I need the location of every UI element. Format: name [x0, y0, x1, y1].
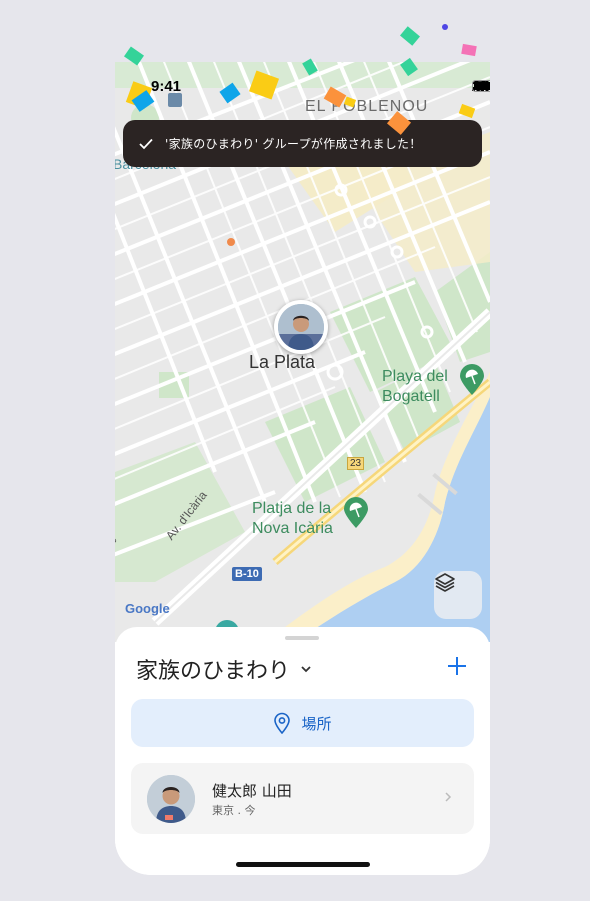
- status-time: 9:41: [151, 78, 182, 95]
- beach2-line2: Nova Icària: [252, 520, 333, 537]
- road-badge: B-10: [232, 567, 262, 581]
- beach1-label: Playa del Bogatell: [382, 367, 448, 407]
- location-pin-icon: [274, 712, 291, 734]
- toast-message: '家族のひまわり' グループが作成されました！: [165, 137, 422, 151]
- beach1-line2: Bogatell: [382, 388, 440, 405]
- avatar: [278, 304, 324, 350]
- plus-icon: [448, 657, 466, 675]
- beach-umbrella-icon: [460, 364, 484, 395]
- layers-icon: [435, 573, 455, 592]
- beach2-label: Platja de la Nova Icària: [252, 499, 333, 539]
- map-layers-button[interactable]: [434, 571, 482, 619]
- group-selector[interactable]: 家族のひまわり: [136, 653, 312, 685]
- exit-badge: 23: [347, 457, 365, 470]
- places-label: 場所: [301, 714, 332, 733]
- chevron-down-icon: [301, 666, 311, 673]
- beach2-line1: Platja de la: [252, 500, 332, 517]
- member-name: 健太郎 山田: [212, 782, 292, 800]
- member-avatar: [147, 775, 195, 823]
- places-button[interactable]: 場所: [131, 699, 474, 747]
- member-list-item[interactable]: 健太郎 山田 東京 . 今: [131, 763, 474, 834]
- beach-umbrella-icon: [344, 497, 368, 528]
- member-location-pin[interactable]: [274, 300, 328, 354]
- group-name: 家族のひまわり: [136, 659, 291, 684]
- check-icon: [139, 138, 153, 149]
- add-member-button[interactable]: [444, 653, 470, 679]
- battery-icon: [472, 80, 490, 92]
- group-created-toast: '家族のひまわり' グループが作成されました！: [123, 120, 482, 167]
- sheet-handle[interactable]: [285, 636, 319, 640]
- member-status: 東京 . 今: [212, 804, 256, 817]
- google-attribution: Google: [125, 601, 170, 616]
- district-label: La Plata: [249, 352, 316, 372]
- status-bar: 9:41: [115, 62, 490, 110]
- chevron-right-icon: [445, 792, 452, 802]
- beach1-line1: Playa del: [382, 368, 448, 385]
- home-indicator: [236, 862, 370, 867]
- phone-screen: 9:41 EL POBLENOU Barcelona La Plata Play…: [115, 62, 490, 875]
- bottom-sheet: 家族のひまわり 場所 健太郎 山田 東京 . 今: [115, 627, 490, 875]
